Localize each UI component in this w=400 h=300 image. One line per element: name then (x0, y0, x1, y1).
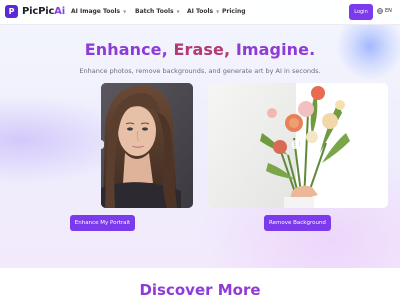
remove-background-button[interactable]: Remove Background (264, 215, 331, 231)
enhance-portrait-button[interactable]: Enhance My Portrait (70, 215, 135, 231)
nav-label: AI Tools (187, 8, 214, 15)
background-removal-comparison-image[interactable]: ⋮⋮ (208, 83, 388, 208)
nav-pricing[interactable]: Pricing (222, 8, 246, 15)
nav-label: AI Image Tools (71, 8, 121, 15)
language-selector[interactable]: EN (377, 8, 392, 14)
globe-icon (377, 8, 383, 14)
headline-word-erase: Erase, (173, 40, 231, 59)
language-label: EN (385, 8, 392, 14)
portrait-comparison-image[interactable]: ⋮⋮ (101, 83, 193, 208)
nav-label: Pricing (222, 8, 246, 15)
portrait-photo (101, 83, 193, 208)
logo-icon: P (5, 5, 18, 18)
discover-more-heading: Discover More (139, 281, 261, 299)
hero-subtitle: Enhance photos, remove backgrounds, and … (79, 67, 321, 75)
login-button[interactable]: Login (349, 4, 373, 20)
chevron-down-icon: ▼ (176, 9, 180, 14)
top-navigation-bar: P PicPicAi AI Image Tools ▼ Batch Tools ▼ … (0, 0, 400, 25)
nav-label: Batch Tools (135, 8, 174, 15)
chevron-down-icon: ▼ (123, 9, 127, 14)
nav-batch-tools[interactable]: Batch Tools ▼ (135, 8, 180, 15)
headline-word-imagine: Imagine. (235, 40, 316, 59)
brand-name: PicPicAi (22, 6, 65, 17)
drag-handle-icon[interactable]: ⋮⋮ (292, 140, 302, 149)
headline-word-enhance: Enhance, (84, 40, 168, 59)
nav-ai-tools[interactable]: AI Tools ▼ (187, 8, 219, 15)
hero-headline: Enhance, Erase, Imagine. (0, 40, 400, 59)
chevron-down-icon: ▼ (216, 9, 220, 14)
nav-ai-image-tools[interactable]: AI Image Tools ▼ (71, 8, 126, 15)
brand-logo[interactable]: P PicPicAi (5, 5, 65, 18)
